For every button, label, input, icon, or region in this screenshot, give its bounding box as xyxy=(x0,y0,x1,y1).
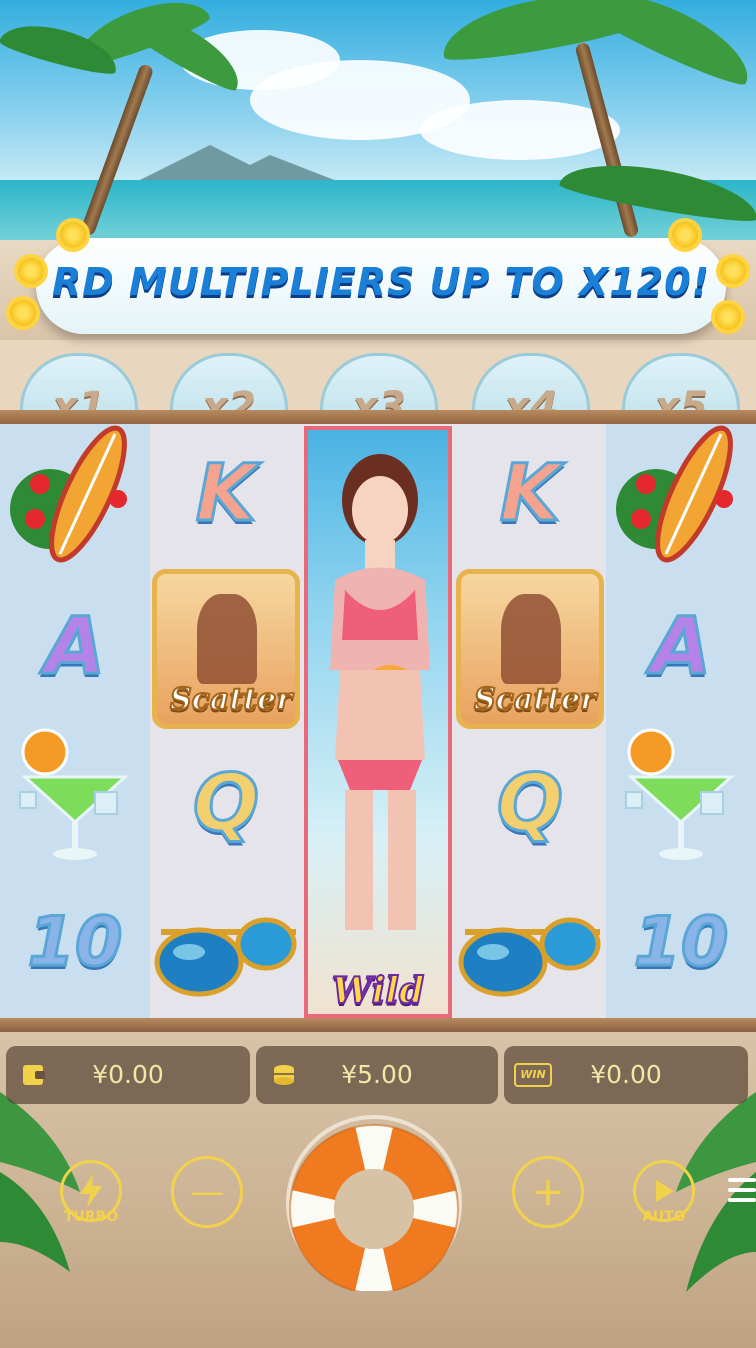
win-display: WIN ¥0.00 xyxy=(504,1046,748,1104)
letter-a-symbol: A xyxy=(649,600,712,693)
bet-display: ¥5.00 xyxy=(256,1046,498,1104)
scatter-label: Scatter xyxy=(169,681,293,718)
wild-character-illustration xyxy=(330,454,430,930)
balance-display: ¥0.00 xyxy=(6,1046,250,1104)
letter-k-symbol: K xyxy=(498,448,561,541)
flower-decoration xyxy=(60,222,86,248)
turbo-label: TURBO xyxy=(63,1209,119,1225)
reel-frame-bottom xyxy=(0,1018,756,1032)
lifebuoy-icon xyxy=(286,1115,462,1294)
letter-a-symbol: A xyxy=(43,600,106,693)
decrease-bet-button[interactable]: — xyxy=(171,1156,243,1228)
plus-icon: + xyxy=(531,1169,565,1215)
reel-2: K Scatter Q xyxy=(150,424,302,1020)
letter-q-symbol: Q xyxy=(495,758,564,851)
scatter-symbol: Scatter xyxy=(150,564,302,734)
scatter-label: Scatter xyxy=(473,681,597,718)
bet-value: ¥5.00 xyxy=(341,1060,413,1089)
flower-decoration xyxy=(672,222,698,248)
ten-symbol: 10 xyxy=(26,902,124,984)
surfboard-symbol xyxy=(10,424,140,569)
flower-decoration xyxy=(715,304,741,330)
ten-symbol: 10 xyxy=(632,902,730,984)
surfboard-symbol xyxy=(616,424,746,569)
reel-grid: A 10 K Scatter Q Wild K Scatter Q A 10 xyxy=(0,424,756,1020)
banner-text: RD MULTIPLIERS UP TO X120! xyxy=(51,260,711,304)
sunglasses-symbol xyxy=(150,879,302,1014)
wild-symbol: Wild xyxy=(304,426,452,1018)
sunglasses-symbol xyxy=(454,879,606,1014)
reel-4: K Scatter Q xyxy=(454,424,606,1020)
spin-button[interactable] xyxy=(286,1115,462,1294)
letter-k-symbol: K xyxy=(194,448,257,541)
reel-3: Wild xyxy=(302,424,454,1020)
win-value: ¥0.00 xyxy=(590,1060,662,1089)
balance-value: ¥0.00 xyxy=(92,1060,164,1089)
play-icon xyxy=(656,1180,674,1202)
flower-decoration xyxy=(720,258,746,284)
auto-label: AUTO xyxy=(642,1209,686,1225)
flower-decoration xyxy=(18,258,44,284)
increase-bet-button[interactable]: + xyxy=(512,1156,584,1228)
minus-icon: — xyxy=(190,1172,224,1212)
letter-q-symbol: Q xyxy=(191,758,260,851)
wild-label: Wild xyxy=(331,969,425,1013)
cocktail-symbol xyxy=(10,722,140,867)
cocktail-symbol xyxy=(616,722,746,867)
reel-1: A 10 xyxy=(0,424,150,1020)
scatter-symbol: Scatter xyxy=(454,564,606,734)
menu-button[interactable] xyxy=(726,1176,756,1208)
lightning-icon xyxy=(80,1174,102,1208)
reel-5: A 10 xyxy=(606,424,756,1020)
promo-banner: RD MULTIPLIERS UP TO X120! xyxy=(36,238,726,334)
flower-decoration xyxy=(10,300,36,326)
multiplier-row: x1 x2 x3 x4 x5 xyxy=(0,345,756,449)
